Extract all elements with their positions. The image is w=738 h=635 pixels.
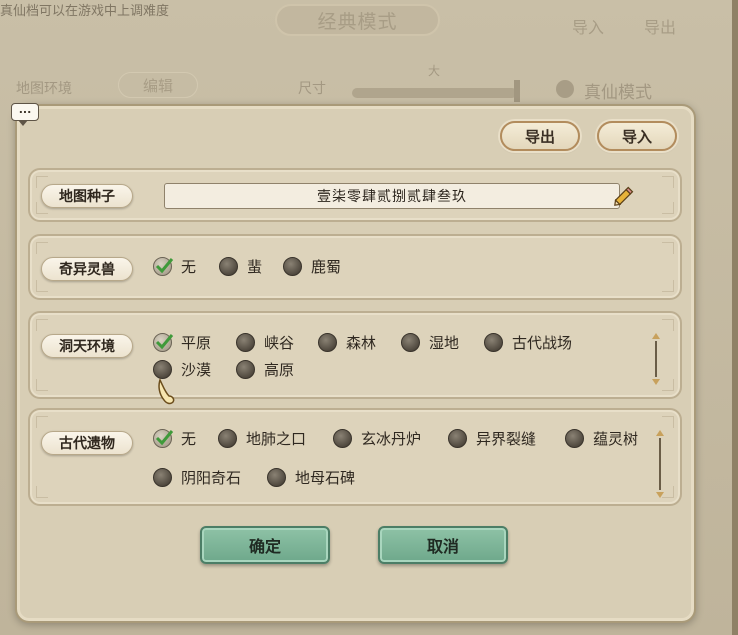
radio-icon — [448, 428, 467, 448]
radio-checked-icon — [153, 332, 174, 352]
radio-icon — [318, 332, 337, 352]
true-immortal-label: 真仙模式 — [584, 83, 652, 103]
relic-option-rift[interactable]: 异界裂缝 — [448, 426, 536, 450]
seed-section: 地图种子 壹柒零肆贰捌贰肆叁玖 — [28, 168, 682, 222]
radio-icon — [401, 332, 420, 352]
bg-import-button[interactable]: 导入 — [572, 14, 604, 38]
radio-icon — [484, 332, 503, 352]
bg-edit-button[interactable]: 编辑 — [118, 72, 198, 98]
pencil-icon[interactable] — [611, 183, 637, 209]
relics-section: 古代遗物 无 地肺之口 玄冰丹炉 异界裂缝 蕴灵树 阴阳奇石 地母石碑 — [28, 408, 682, 506]
cursor-icon — [158, 378, 175, 405]
beast-option-fei[interactable]: 蜚 — [219, 254, 262, 278]
chat-icon[interactable]: ... — [11, 103, 39, 126]
confirm-button[interactable]: 确定 — [200, 526, 330, 564]
mode-title: 经典模式 — [275, 4, 440, 36]
radio-icon — [153, 359, 172, 379]
size-slider-handle[interactable] — [514, 80, 520, 102]
radio-icon — [236, 332, 255, 352]
import-button[interactable]: 导入 — [597, 121, 677, 151]
relic-option-earth-stele[interactable]: 地母石碑 — [267, 465, 355, 489]
env-option-plateau[interactable]: 高原 — [236, 357, 294, 381]
radio-icon — [218, 428, 237, 448]
true-immortal-radio[interactable] — [556, 80, 574, 98]
radio-icon — [333, 428, 352, 448]
relic-option-ice-furnace[interactable]: 玄冰丹炉 — [333, 426, 421, 450]
radio-icon — [219, 256, 238, 276]
env-option-wetland[interactable]: 湿地 — [401, 330, 459, 354]
radio-checked-icon — [153, 428, 174, 448]
size-value: 大 — [428, 64, 441, 78]
relic-option-spirit-tree[interactable]: 蕴灵树 — [565, 426, 638, 450]
beast-option-none[interactable]: 无 — [153, 254, 196, 278]
seed-input[interactable]: 壹柒零肆贰捌贰肆叁玖 — [164, 183, 620, 209]
radio-checked-icon — [153, 256, 174, 276]
relic-option-none[interactable]: 无 — [153, 426, 196, 450]
seed-label: 地图种子 — [41, 184, 133, 208]
env-option-forest[interactable]: 森林 — [318, 330, 376, 354]
difficulty-hint: 真仙档可以在游戏中上调难度 — [0, 4, 170, 19]
relics-label: 古代遗物 — [41, 431, 133, 455]
bg-export-button[interactable]: 导出 — [644, 14, 676, 38]
beast-label: 奇异灵兽 — [41, 257, 133, 281]
map-env-label: 地图环境 — [16, 81, 72, 97]
radio-icon — [283, 256, 302, 276]
radio-icon — [565, 428, 584, 448]
radio-icon — [236, 359, 255, 379]
environment-section: 洞天环境 平原 峡谷 森林 湿地 古代战场 沙漠 高原 — [28, 311, 682, 399]
export-button[interactable]: 导出 — [500, 121, 580, 151]
env-option-ancient-battlefield[interactable]: 古代战场 — [484, 330, 572, 354]
relic-option-yinyang-stone[interactable]: 阴阳奇石 — [153, 465, 241, 489]
radio-icon — [267, 467, 286, 487]
beast-section: 奇异灵兽 无 蜚 鹿蜀 — [28, 234, 682, 300]
env-option-canyon[interactable]: 峡谷 — [236, 330, 294, 354]
relics-scrollbar[interactable] — [655, 430, 665, 498]
radio-icon — [153, 467, 172, 487]
cancel-button[interactable]: 取消 — [378, 526, 508, 564]
environment-label: 洞天环境 — [41, 334, 133, 358]
size-label: 尺寸 — [298, 81, 326, 97]
beast-option-lushu[interactable]: 鹿蜀 — [283, 254, 341, 278]
env-option-plain[interactable]: 平原 — [153, 330, 211, 354]
environment-scrollbar[interactable] — [651, 333, 661, 385]
relic-option-earth-lung[interactable]: 地肺之口 — [218, 426, 306, 450]
size-slider[interactable] — [352, 88, 517, 98]
